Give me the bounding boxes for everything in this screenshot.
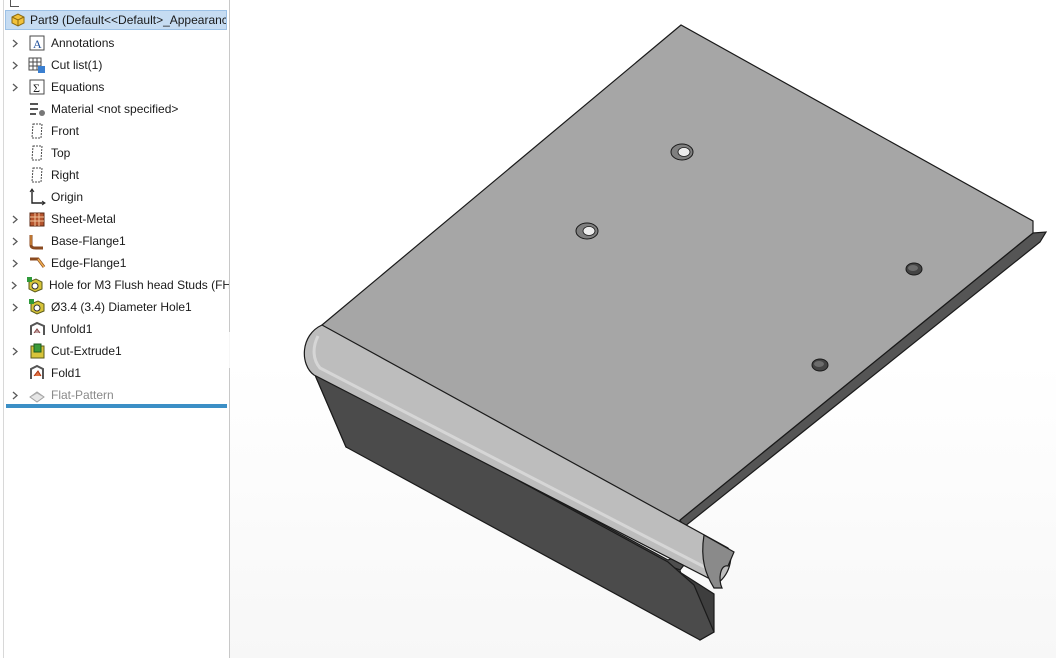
countersunk-hole-2: [575, 222, 599, 240]
expand-chevron-icon[interactable]: [11, 302, 19, 312]
tree-item-label: Origin: [51, 190, 84, 204]
feature-manager-tree: Part9 (Default<<Default>_Appearance A Ann…: [0, 0, 230, 658]
expand-chevron-icon[interactable]: [11, 214, 19, 224]
tree-item-label: Base-Flange1: [51, 234, 126, 248]
tree-item-3-4-3-4-diameter-hole1[interactable]: Ø3.4 (3.4) Diameter Hole1: [0, 296, 229, 318]
tree-item-label: Material <not specified>: [51, 102, 179, 116]
expand-chevron-icon[interactable]: [11, 38, 19, 48]
expand-chevron-icon[interactable]: [11, 60, 19, 70]
tree-item-origin[interactable]: Origin: [0, 186, 229, 208]
rollback-bar[interactable]: [6, 404, 227, 408]
fold-icon: [28, 364, 46, 382]
svg-text:A: A: [33, 37, 42, 51]
tree-item-right[interactable]: Right: [0, 164, 229, 186]
tree-item-label: Right: [51, 168, 80, 182]
expand-chevron-icon[interactable]: [11, 346, 19, 356]
flat-pattern-icon: [28, 386, 46, 404]
tree-item-top[interactable]: Top: [0, 142, 229, 164]
tree-item-annotations[interactable]: A Annotations: [0, 32, 229, 54]
edge-flange-icon: [28, 254, 46, 272]
graphics-viewport[interactable]: [230, 0, 1056, 658]
equations-icon: Σ: [28, 78, 46, 96]
svg-text:Σ: Σ: [33, 81, 40, 95]
diameter-hole-2: [811, 358, 829, 372]
tree-item-label: Edge-Flange1: [51, 256, 127, 270]
cut-extrude-icon: [28, 342, 46, 360]
tree-root-part[interactable]: Part9 (Default<<Default>_Appearance: [5, 10, 227, 30]
origin-icon: [28, 188, 46, 206]
tree-item-equations[interactable]: Σ Equations: [0, 76, 229, 98]
tree-item-material-not-specified[interactable]: Material <not specified>: [0, 98, 229, 120]
tree-item-front[interactable]: Front: [0, 120, 229, 142]
plane-icon: [28, 122, 46, 140]
expand-chevron-icon[interactable]: [11, 280, 17, 290]
cut-list-icon: [28, 56, 46, 74]
tree-item-label: Flat-Pattern: [51, 388, 114, 402]
sheet-metal-icon: [28, 210, 46, 228]
hole-wizard-icon: [28, 298, 46, 316]
part-icon: [9, 11, 27, 29]
countersunk-hole-1: [670, 143, 694, 161]
tree-item-label: Unfold1: [51, 322, 93, 336]
expand-chevron-icon[interactable]: [11, 390, 19, 400]
unfold-icon: [28, 320, 46, 338]
tree-item-unfold1[interactable]: Unfold1: [0, 318, 229, 340]
plane-icon: [28, 144, 46, 162]
base-flange-icon: [28, 232, 46, 250]
tree-item-label: Hole for M3 Flush head Studs (FH: [49, 278, 230, 292]
plane-icon: [28, 166, 46, 184]
tree-item-flat-pattern[interactable]: Flat-Pattern: [0, 384, 229, 406]
tree-item-hole-for-m3-flush-head-studs-fh[interactable]: Hole for M3 Flush head Studs (FH: [0, 274, 229, 296]
annotations-icon: A: [28, 34, 46, 52]
tree-item-label: Cut list(1): [51, 58, 103, 72]
tree-item-label: Front: [51, 124, 80, 138]
diameter-hole-1: [905, 262, 923, 276]
tree-item-label: Sheet-Metal: [51, 212, 116, 226]
tree-item-label: Ø3.4 (3.4) Diameter Hole1: [51, 300, 192, 314]
expand-chevron-icon[interactable]: [11, 82, 19, 92]
tree-item-cut-extrude1[interactable]: Cut-Extrude1: [0, 340, 229, 362]
tree-root-label: Part9 (Default<<Default>_Appearance: [30, 13, 227, 27]
tree-connector: [10, 0, 19, 7]
expand-chevron-icon[interactable]: [11, 236, 19, 246]
tree-item-label: Annotations: [51, 36, 115, 50]
hole-wizard-icon: [26, 276, 44, 294]
tree-item-cut-list-1[interactable]: Cut list(1): [0, 54, 229, 76]
tree-item-label: Equations: [51, 80, 105, 94]
feature-list: A Annotations Cut list(1) Σ Equations Materia…: [0, 32, 229, 406]
tree-item-label: Top: [51, 146, 71, 160]
tree-item-fold1[interactable]: Fold1: [0, 362, 229, 384]
tree-item-label: Cut-Extrude1: [51, 344, 122, 358]
material-icon: [28, 100, 46, 118]
sheet-metal-part-model: [303, 24, 1048, 641]
bend-end-cap: [702, 534, 735, 589]
tree-item-label: Fold1: [51, 366, 82, 380]
expand-chevron-icon[interactable]: [11, 258, 19, 268]
tree-item-sheet-metal[interactable]: Sheet-Metal: [0, 208, 229, 230]
tree-item-edge-flange1[interactable]: Edge-Flange1: [0, 252, 229, 274]
tree-item-base-flange1[interactable]: Base-Flange1: [0, 230, 229, 252]
